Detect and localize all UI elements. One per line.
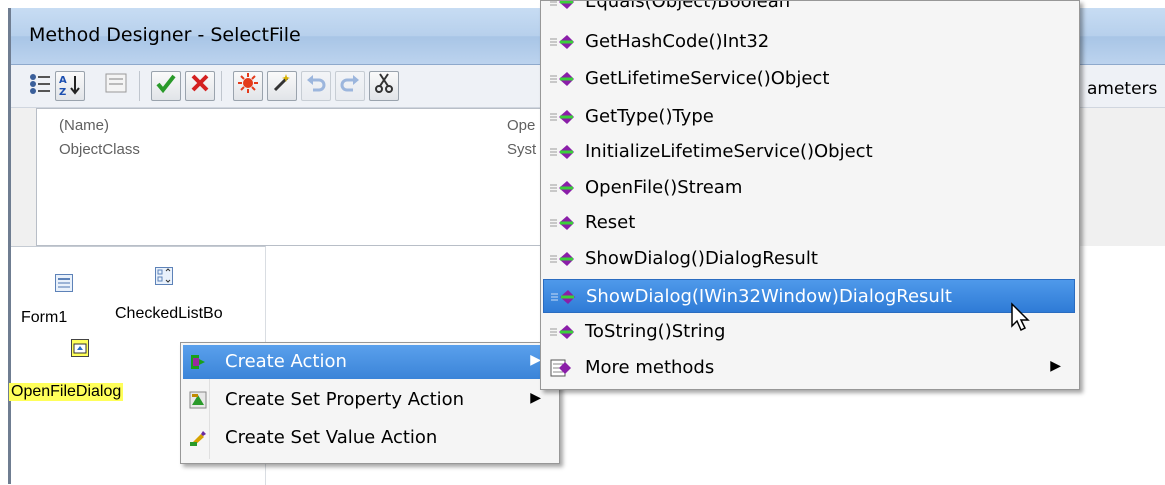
method-icon [549, 250, 575, 268]
set-property-icon [189, 391, 207, 409]
component-label-form1[interactable]: Form1 [21, 309, 67, 327]
method-icon [549, 70, 575, 88]
submenu-item-gethashcode[interactable]: GetHashCode()Int32 [543, 25, 1075, 59]
submenu-item-showdialog-iwin32window[interactable]: ShowDialog(IWin32Window)DialogResult [543, 279, 1075, 313]
submenu-item-label: GetType()Type [585, 106, 714, 127]
submenu-item-label: GetLifetimeService()Object [585, 68, 830, 89]
property-grid: (Name) Ope ObjectClass Syst [36, 108, 563, 246]
confirm-icon[interactable] [151, 71, 181, 101]
set-value-icon [189, 429, 207, 447]
method-icon [549, 214, 575, 232]
property-value[interactable]: Ope [507, 117, 535, 134]
property-name[interactable]: (Name) [59, 117, 109, 134]
form-icon[interactable] [55, 274, 73, 292]
submenu-arrow-icon: ▶ [530, 390, 541, 406]
method-icon [549, 1, 575, 11]
submenu-item-label: ShowDialog(IWin32Window)DialogResult [586, 286, 952, 307]
component-label-checkedlistbox[interactable]: CheckedListBo [115, 305, 223, 323]
submenu-item-initializelifetimeservice[interactable]: InitializeLifetimeService()Object [543, 135, 1075, 169]
undo-icon[interactable] [301, 71, 331, 101]
menu-item-label: Create Action [225, 351, 347, 372]
sort-alphabetical-icon[interactable]: AZ [55, 71, 85, 101]
cut-icon[interactable] [369, 71, 399, 101]
magic-wand-icon[interactable] [267, 71, 297, 101]
more-methods-icon [549, 359, 575, 377]
submenu-item-openfile[interactable]: OpenFile()Stream [543, 171, 1075, 205]
submenu-item-label: GetHashCode()Int32 [585, 31, 770, 52]
submenu-item-equals[interactable]: Equals(Object)Boolean [543, 0, 1075, 19]
submenu-item-label: InitializeLifetimeService()Object [585, 141, 873, 162]
method-icon [549, 33, 575, 51]
menu-item-create-set-value-action[interactable]: Create Set Value Action [183, 421, 555, 455]
menu-item-create-set-property-action[interactable]: Create Set Property Action ▶ [183, 383, 555, 417]
submenu-item-label: OpenFile()Stream [585, 177, 743, 198]
open-file-dialog-icon[interactable] [71, 339, 89, 357]
submenu-item-showdialog[interactable]: ShowDialog()DialogResult [543, 242, 1075, 276]
method-icon [550, 288, 576, 306]
svg-text:A: A [59, 75, 67, 86]
cancel-icon[interactable] [185, 71, 215, 101]
menu-item-label: Create Set Property Action [225, 389, 465, 410]
mouse-cursor-icon [1011, 302, 1030, 332]
context-menu: Create Action ▶ Create Set Property Acti… [180, 342, 560, 464]
method-icon [549, 143, 575, 161]
method-icon [549, 323, 575, 341]
method-icon [549, 179, 575, 197]
submenu-item-tostring[interactable]: ToString()String [543, 315, 1075, 349]
categorized-icon[interactable] [25, 71, 55, 101]
submenu-item-label: Reset [585, 212, 636, 233]
menu-item-create-action[interactable]: Create Action ▶ [183, 345, 555, 379]
window-title: Method Designer - SelectFile [29, 24, 301, 46]
menu-item-label: Create Set Value Action [225, 427, 438, 448]
create-action-icon [189, 353, 207, 371]
property-pages-icon[interactable] [101, 71, 131, 101]
checked-list-box-icon[interactable] [155, 267, 173, 285]
submenu-arrow-icon: ▶ [1050, 358, 1061, 374]
methods-submenu: Equals(Object)Boolean GetHashCode()Int32… [540, 0, 1080, 390]
parameters-tab[interactable]: ameters [1087, 79, 1157, 99]
component-label-openfiledialog[interactable]: OpenFileDialog [9, 383, 124, 401]
submenu-item-getlifetimeservice[interactable]: GetLifetimeService()Object [543, 62, 1075, 96]
submenu-item-reset[interactable]: Reset [543, 206, 1075, 240]
redo-icon[interactable] [335, 71, 365, 101]
submenu-item-label: Equals(Object)Boolean [585, 0, 791, 12]
debug-icon[interactable] [233, 71, 263, 101]
method-icon [549, 108, 575, 126]
submenu-item-label: More methods [585, 357, 715, 378]
submenu-item-label: ShowDialog()DialogResult [585, 248, 818, 269]
submenu-item-gettype[interactable]: GetType()Type [543, 100, 1075, 134]
property-value[interactable]: Syst [507, 141, 536, 158]
submenu-item-label: ToString()String [585, 321, 726, 342]
svg-text:Z: Z [59, 87, 66, 98]
property-name[interactable]: ObjectClass [59, 141, 140, 158]
submenu-item-more-methods[interactable]: More methods ▶ [543, 351, 1075, 385]
